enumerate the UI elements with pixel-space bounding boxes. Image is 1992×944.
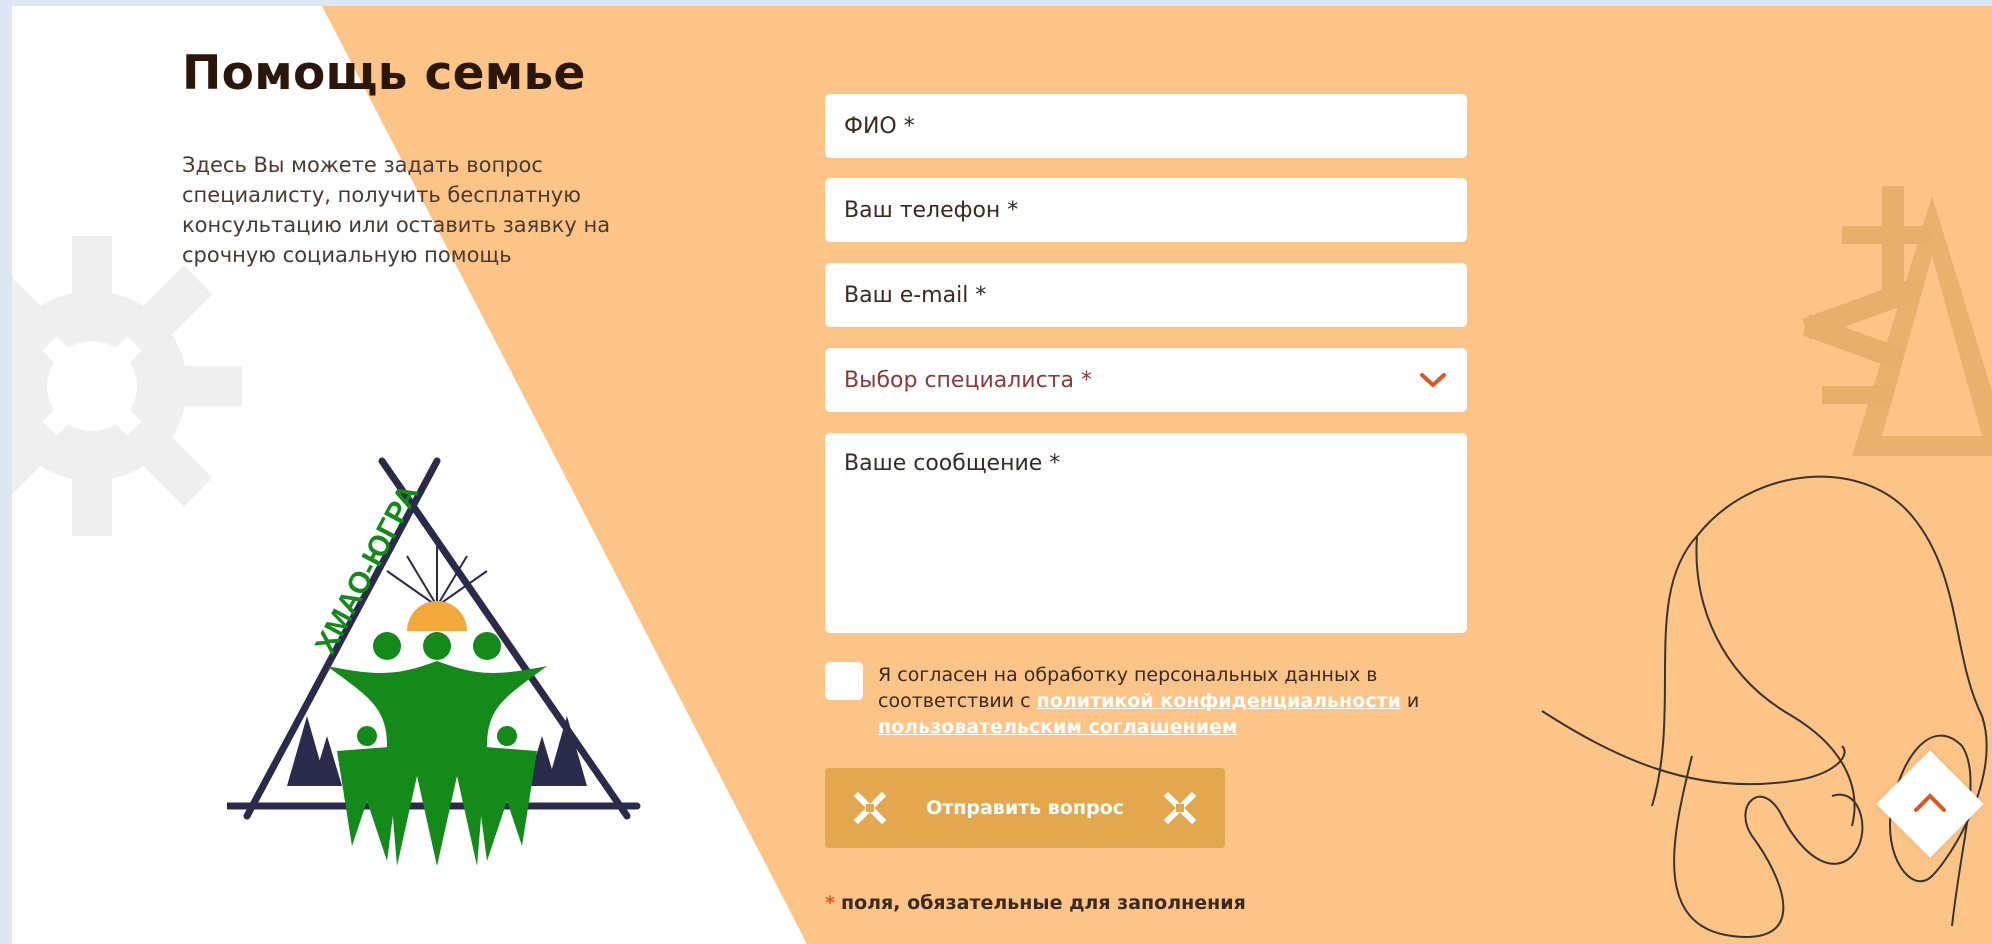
logo: ХМАО-ЮГРА <box>227 457 641 866</box>
ornament-icon <box>1163 791 1197 825</box>
message-placeholder: Ваше сообщение * <box>844 451 1061 476</box>
page: Помощь семье Здесь Вы можете задать вопр… <box>12 6 1992 944</box>
submit-label: Отправить вопрос <box>926 797 1124 819</box>
chevron-down-icon <box>1420 373 1446 387</box>
message-textarea[interactable]: Ваше сообщение * <box>825 433 1467 633</box>
phone-field[interactable]: Ваш телефон * <box>825 178 1467 242</box>
submit-button[interactable]: Отправить вопрос <box>825 768 1225 848</box>
required-note: * поля, обязательные для заполнения <box>825 892 1246 914</box>
required-star: * <box>825 892 835 914</box>
consent-checkbox[interactable] <box>825 662 863 700</box>
mammoth-drawing <box>1541 475 1988 938</box>
email-placeholder: Ваш e-mail * <box>844 282 987 308</box>
sun-ornament-icon <box>12 236 242 536</box>
email-field[interactable]: Ваш e-mail * <box>825 263 1467 327</box>
fio-field[interactable]: ФИО * <box>825 94 1467 158</box>
page-title: Помощь семье <box>182 46 586 101</box>
ornament-icon <box>853 791 887 825</box>
fio-placeholder: ФИО * <box>844 113 915 139</box>
logo-text: ХМАО-ЮГРА <box>309 479 426 659</box>
chevron-up-icon <box>1914 793 1946 812</box>
consent-text: Я согласен на обработку персональных дан… <box>878 662 1475 740</box>
ornament-right-icon <box>1802 186 1992 456</box>
required-note-text: поля, обязательные для заполнения <box>840 892 1246 914</box>
phone-placeholder: Ваш телефон * <box>844 197 1019 223</box>
user-agreement-link[interactable]: пользовательским соглашением <box>878 716 1237 738</box>
specialist-select[interactable]: Выбор специалиста * <box>825 348 1467 412</box>
consent-and: и <box>1400 690 1420 712</box>
privacy-policy-link[interactable]: политикой конфиденциальности <box>1037 690 1401 712</box>
page-lead: Здесь Вы можете задать вопрос специалист… <box>182 153 611 267</box>
consent-row: Я согласен на обработку персональных дан… <box>825 662 1475 740</box>
specialist-select-value: Выбор специалиста * <box>844 367 1092 393</box>
